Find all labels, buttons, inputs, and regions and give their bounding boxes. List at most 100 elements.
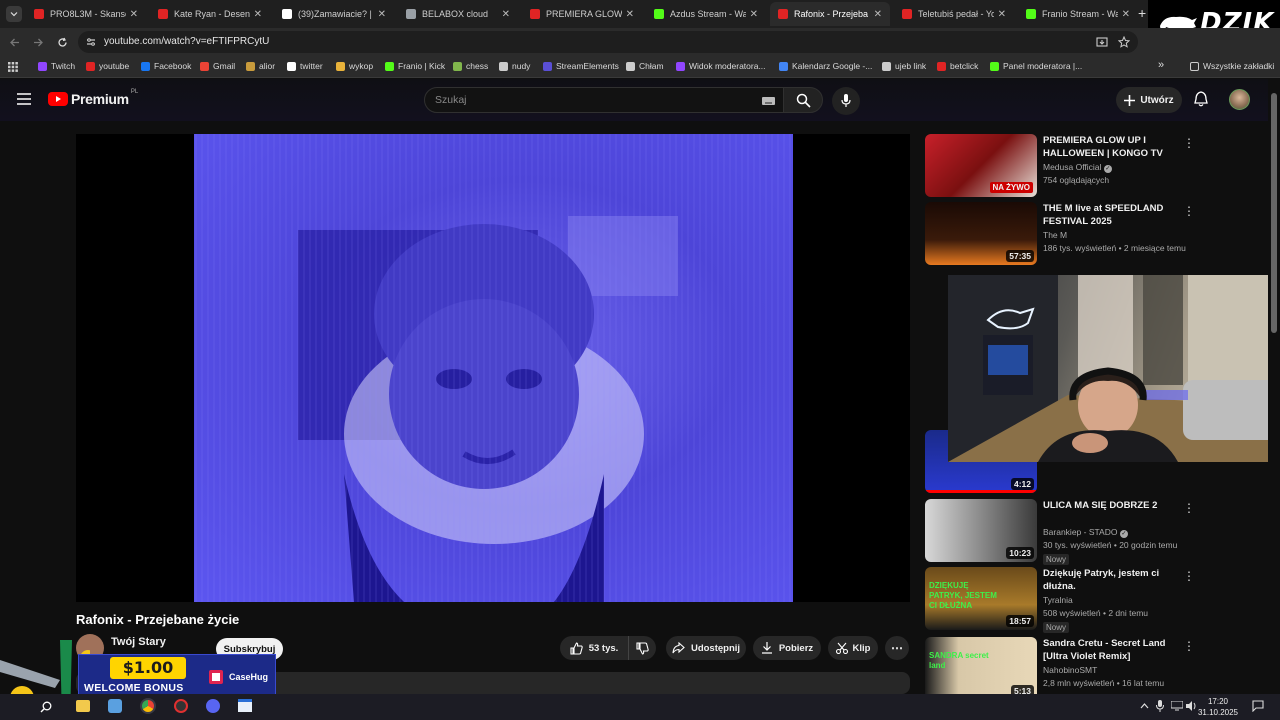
bookmark-item[interactable]: Gmail — [200, 61, 235, 71]
bookmarks-overflow-button[interactable]: » — [1158, 59, 1164, 71]
bookmark-item[interactable]: ujeb link — [882, 61, 926, 71]
recommended-video[interactable]: DZIĘKUJĘ PATRYK, JESTEM CI DŁUŻNA 18:57 Dz… — [925, 567, 1265, 633]
bookmark-item[interactable]: Twitch — [38, 61, 75, 71]
taskbar-app-icon[interactable] — [108, 699, 122, 713]
recommended-video[interactable]: NA ŻYWO PREMIERA GLOW UP I HALLOWEEN | KO… — [925, 134, 1265, 198]
browser-tab[interactable]: BELABOX cloud ✕ — [398, 4, 518, 24]
close-tab-icon[interactable]: ✕ — [254, 9, 262, 20]
chrome-taskbar-icon[interactable] — [140, 698, 156, 714]
more-actions-button[interactable]: ⋯ — [885, 636, 909, 660]
recommended-video-title[interactable]: Dziękuję Patryk, jestem ci dłużna. — [1043, 567, 1183, 593]
close-tab-icon[interactable]: ✕ — [750, 9, 758, 20]
dislike-button[interactable] — [628, 636, 656, 660]
browser-tab[interactable]: (39)Zamawiacie? | Tik ✕ — [274, 4, 394, 24]
all-bookmarks-button[interactable]: Wszystkie zakładki — [1190, 61, 1274, 71]
browser-tab[interactable]: Franio Stream - Watc ✕ — [1018, 4, 1138, 24]
bookmark-item[interactable]: Panel moderatora |... — [990, 61, 1082, 71]
scrollbar-thumb[interactable] — [1271, 93, 1277, 333]
video-frame[interactable] — [194, 134, 793, 602]
like-button[interactable]: 53 tys. — [560, 636, 628, 660]
recommended-channel-name[interactable]: Barankiep - STADO ✓ — [1043, 527, 1128, 538]
tray-chevron-up-icon[interactable] — [1140, 703, 1149, 709]
video-thumbnail[interactable]: 10:23 — [925, 499, 1037, 562]
more-options-icon[interactable]: ⋮ — [1183, 501, 1195, 515]
page-scrollbar[interactable] — [1268, 79, 1280, 694]
download-button[interactable]: Pobierz — [753, 636, 821, 660]
recommended-video-title[interactable]: THE M live at SPEEDLAND FESTIVAL 2025 — [1043, 202, 1183, 228]
obs-taskbar-icon[interactable] — [174, 699, 188, 713]
close-tab-icon[interactable]: ✕ — [874, 9, 882, 20]
site-settings-icon[interactable] — [86, 37, 96, 47]
more-options-icon[interactable]: ⋮ — [1183, 136, 1195, 150]
menu-hamburger-icon[interactable] — [17, 93, 31, 105]
taskbar-search-icon[interactable] — [40, 701, 52, 713]
browser-tab[interactable]: Azdus Stream - Watc ✕ — [646, 4, 766, 24]
discord-taskbar-icon[interactable] — [206, 699, 220, 713]
account-avatar[interactable] — [1229, 89, 1250, 110]
bookmark-item[interactable]: Widok moderatora... — [676, 61, 766, 71]
bookmark-item[interactable]: betclick — [937, 61, 978, 71]
keyboard-icon[interactable] — [762, 97, 775, 105]
recommended-video-title[interactable]: PREMIERA GLOW UP I HALLOWEEN | KONGO TV — [1043, 134, 1183, 160]
close-tab-icon[interactable]: ✕ — [378, 9, 386, 20]
tray-microphone-icon[interactable] — [1156, 700, 1164, 712]
address-bar[interactable]: youtube.com/watch?v=eFTIFPRCytU — [78, 31, 1138, 53]
bookmark-item[interactable]: wykop — [336, 61, 373, 71]
more-options-icon[interactable]: ⋮ — [1183, 639, 1195, 653]
bookmark-item[interactable]: Kalendarz Google -... — [779, 61, 872, 71]
recommended-video[interactable]: SANDRA secret land 5:13 Sandra Cretu - Sec… — [925, 637, 1265, 701]
youtube-logo[interactable]: Premium PL — [48, 89, 138, 107]
bookmark-item[interactable]: youtube — [86, 61, 129, 71]
more-options-icon[interactable]: ⋮ — [1183, 204, 1195, 218]
recommended-channel-name[interactable]: Medusa Official ✓ — [1043, 162, 1112, 173]
install-app-icon[interactable] — [1096, 36, 1108, 48]
tab-search-button[interactable] — [6, 6, 22, 22]
video-thumbnail[interactable]: NA ŻYWO — [925, 134, 1037, 197]
create-button[interactable]: Utwórz — [1116, 87, 1182, 113]
bookmark-item[interactable]: StreamElements — [543, 61, 619, 71]
voice-search-button[interactable] — [832, 87, 860, 115]
close-tab-icon[interactable]: ✕ — [130, 9, 138, 20]
share-button[interactable]: Udostępnij — [666, 636, 746, 660]
bookmark-star-icon[interactable] — [1118, 36, 1130, 48]
search-input[interactable]: Szukaj — [424, 87, 784, 113]
recommended-channel-name[interactable]: The M — [1043, 230, 1067, 240]
notifications-bell-icon[interactable] — [1194, 91, 1208, 107]
close-tab-icon[interactable]: ✕ — [502, 9, 510, 20]
bookmark-item[interactable]: twitter — [287, 61, 323, 71]
search-button[interactable] — [783, 87, 823, 113]
browser-tab[interactable]: PRO8L3M - Skansen ✕ — [26, 4, 146, 24]
back-arrow-icon[interactable] — [9, 37, 20, 48]
reload-icon[interactable] — [57, 37, 68, 48]
taskbar-window-icon[interactable] — [238, 699, 252, 712]
clip-button[interactable]: Klip — [828, 636, 878, 660]
recommended-video-title[interactable]: Sandra Cretu - Secret Land [Ultra Violet… — [1043, 637, 1183, 663]
new-tab-button[interactable]: + — [1138, 5, 1146, 21]
recommended-channel-name[interactable]: NahobinoSMT — [1043, 665, 1097, 675]
bookmark-item[interactable]: nudy — [499, 61, 530, 71]
bookmark-item[interactable]: chess — [453, 61, 488, 71]
taskbar-clock[interactable]: 17:20 31.10.2025 — [1196, 696, 1240, 718]
bookmark-item[interactable]: Franio | Kick — [385, 61, 445, 71]
bookmark-item[interactable]: alior — [246, 61, 275, 71]
browser-tab[interactable]: Rafonix - Przejeba ✕ — [770, 2, 890, 26]
close-tab-icon[interactable]: ✕ — [626, 9, 634, 20]
recommended-video[interactable]: 57:35 THE M live at SPEEDLAND FESTIVAL 20… — [925, 202, 1265, 266]
browser-tab[interactable]: PREMIERA GLOW UP I ✕ — [522, 4, 642, 24]
video-thumbnail[interactable]: DZIĘKUJĘ PATRYK, JESTEM CI DŁUŻNA 18:57 — [925, 567, 1037, 630]
close-tab-icon[interactable]: ✕ — [998, 9, 1006, 20]
apps-grid-icon[interactable] — [8, 62, 18, 72]
browser-tab[interactable]: Teletubiś pedał - You ✕ — [894, 4, 1014, 24]
bookmark-item[interactable]: Facebook — [141, 61, 191, 71]
browser-tab[interactable]: Kate Ryan - Desenchan ✕ — [150, 4, 270, 24]
video-thumbnail[interactable]: 57:35 — [925, 202, 1037, 265]
notification-center-icon[interactable] — [1252, 700, 1264, 712]
video-thumbnail[interactable]: SANDRA secret land 5:13 — [925, 637, 1037, 700]
more-options-icon[interactable]: ⋮ — [1183, 569, 1195, 583]
recommended-video-title[interactable]: ULICA MA SIĘ DOBRZE 2 — [1043, 499, 1183, 512]
file-explorer-icon[interactable] — [76, 700, 90, 712]
network-icon[interactable] — [1171, 701, 1183, 711]
bookmark-item[interactable]: Chłam — [626, 61, 664, 71]
forward-arrow-icon[interactable] — [33, 37, 44, 48]
close-tab-icon[interactable]: ✕ — [1122, 9, 1130, 20]
